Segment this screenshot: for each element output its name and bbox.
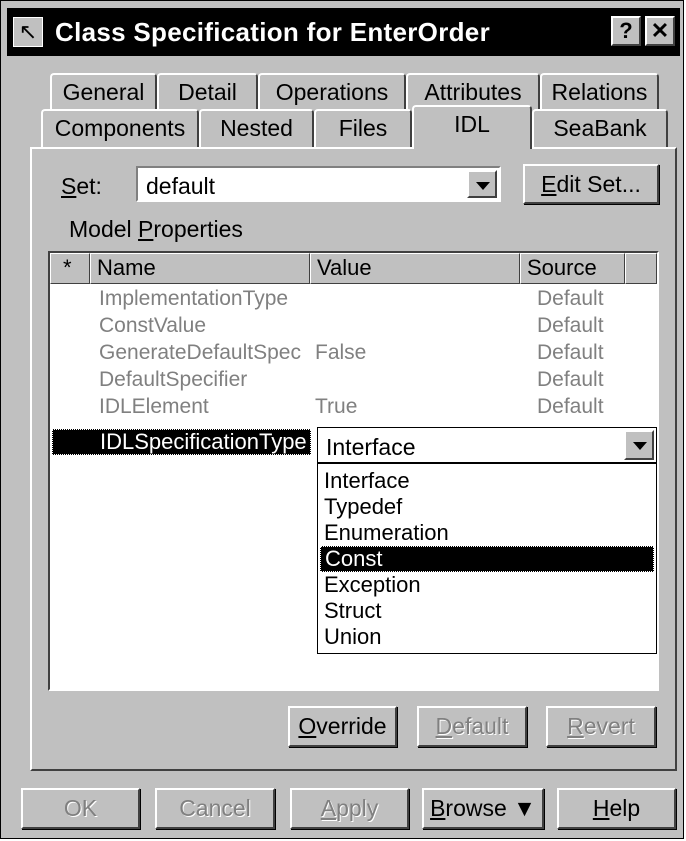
tab-operations[interactable]: Operations	[258, 73, 406, 111]
model-properties-label: Model Properties	[69, 216, 243, 242]
row-name: GenerateDefaultSpec	[99, 341, 301, 364]
ok-button[interactable]: OK	[21, 788, 140, 829]
option-enumeration[interactable]: Enumeration	[320, 520, 654, 546]
option-exception[interactable]: Exception	[320, 572, 654, 598]
row-source: Default	[537, 368, 604, 391]
value-dropdown-list[interactable]: Interface Typedef Enumeration Const Exce…	[317, 463, 657, 654]
set-value: default	[146, 173, 216, 199]
title-bar[interactable]: ↖ Class Specification for EnterOrder ? ✕	[7, 8, 680, 56]
tab-general[interactable]: General	[50, 73, 157, 111]
option-const[interactable]: Const	[320, 546, 654, 572]
option-union[interactable]: Union	[320, 624, 654, 650]
help-button[interactable]: Help	[557, 788, 676, 829]
tab-relations[interactable]: Relations	[540, 73, 659, 111]
edit-set-button[interactable]: Edit Set...	[523, 164, 659, 204]
row-source: Default	[537, 341, 604, 364]
override-button[interactable]: Override	[288, 706, 397, 747]
set-label: Set:	[61, 173, 102, 199]
option-struct[interactable]: Struct	[320, 598, 654, 624]
tab-idl[interactable]: IDL	[412, 105, 532, 149]
table-row[interactable]: IDLElement True Default	[50, 395, 657, 422]
tab-seabank[interactable]: SeaBank	[532, 109, 668, 147]
row-name: IDLElement	[99, 395, 209, 418]
selected-row-name[interactable]: IDLSpecificationType	[52, 429, 311, 455]
row-value: True	[315, 395, 358, 418]
row-name: ConstValue	[99, 314, 207, 337]
column-header-source[interactable]: Source	[520, 253, 625, 284]
chevron-down-icon[interactable]	[467, 170, 497, 198]
tab-components[interactable]: Components	[41, 109, 199, 147]
set-combo[interactable]: default	[136, 166, 501, 202]
window-title: Class Specification for EnterOrder	[55, 17, 490, 47]
value-combo[interactable]: Interface	[317, 427, 657, 463]
dialog-window: ↖ Class Specification for EnterOrder ? ✕…	[0, 0, 684, 839]
option-typedef[interactable]: Typedef	[320, 494, 654, 520]
tab-nested[interactable]: Nested	[199, 109, 314, 147]
column-header-filler	[625, 253, 657, 284]
table-row[interactable]: DefaultSpecifier Default	[50, 368, 657, 395]
row-name: ImplementationType	[99, 287, 289, 310]
browse-button[interactable]: Browse ▼	[422, 788, 544, 829]
revert-button[interactable]: Revert	[546, 706, 656, 747]
table-row[interactable]: ImplementationType Default	[50, 287, 657, 314]
table-row[interactable]: ConstValue Default	[50, 314, 657, 341]
default-button[interactable]: Default	[417, 706, 527, 747]
tab-detail[interactable]: Detail	[157, 73, 258, 111]
column-header-value[interactable]: Value	[310, 253, 520, 284]
app-icon: ↖	[13, 17, 43, 47]
help-title-button[interactable]: ?	[611, 16, 641, 46]
column-header-star[interactable]: *	[50, 253, 90, 284]
chevron-down-icon[interactable]	[624, 430, 654, 460]
column-header-name[interactable]: Name	[90, 253, 310, 284]
option-interface[interactable]: Interface	[320, 468, 654, 494]
close-icon[interactable]: ✕	[645, 16, 675, 46]
apply-button[interactable]: Apply	[290, 788, 409, 829]
row-source: Default	[537, 287, 604, 310]
row-source: Default	[537, 395, 604, 418]
tab-files[interactable]: Files	[314, 109, 412, 147]
value-combo-text: Interface	[326, 434, 416, 460]
row-source: Default	[537, 314, 604, 337]
cancel-button[interactable]: Cancel	[155, 788, 275, 829]
row-value: False	[315, 341, 367, 364]
table-row[interactable]: GenerateDefaultSpec False Default	[50, 341, 657, 368]
row-name: DefaultSpecifier	[99, 368, 248, 391]
